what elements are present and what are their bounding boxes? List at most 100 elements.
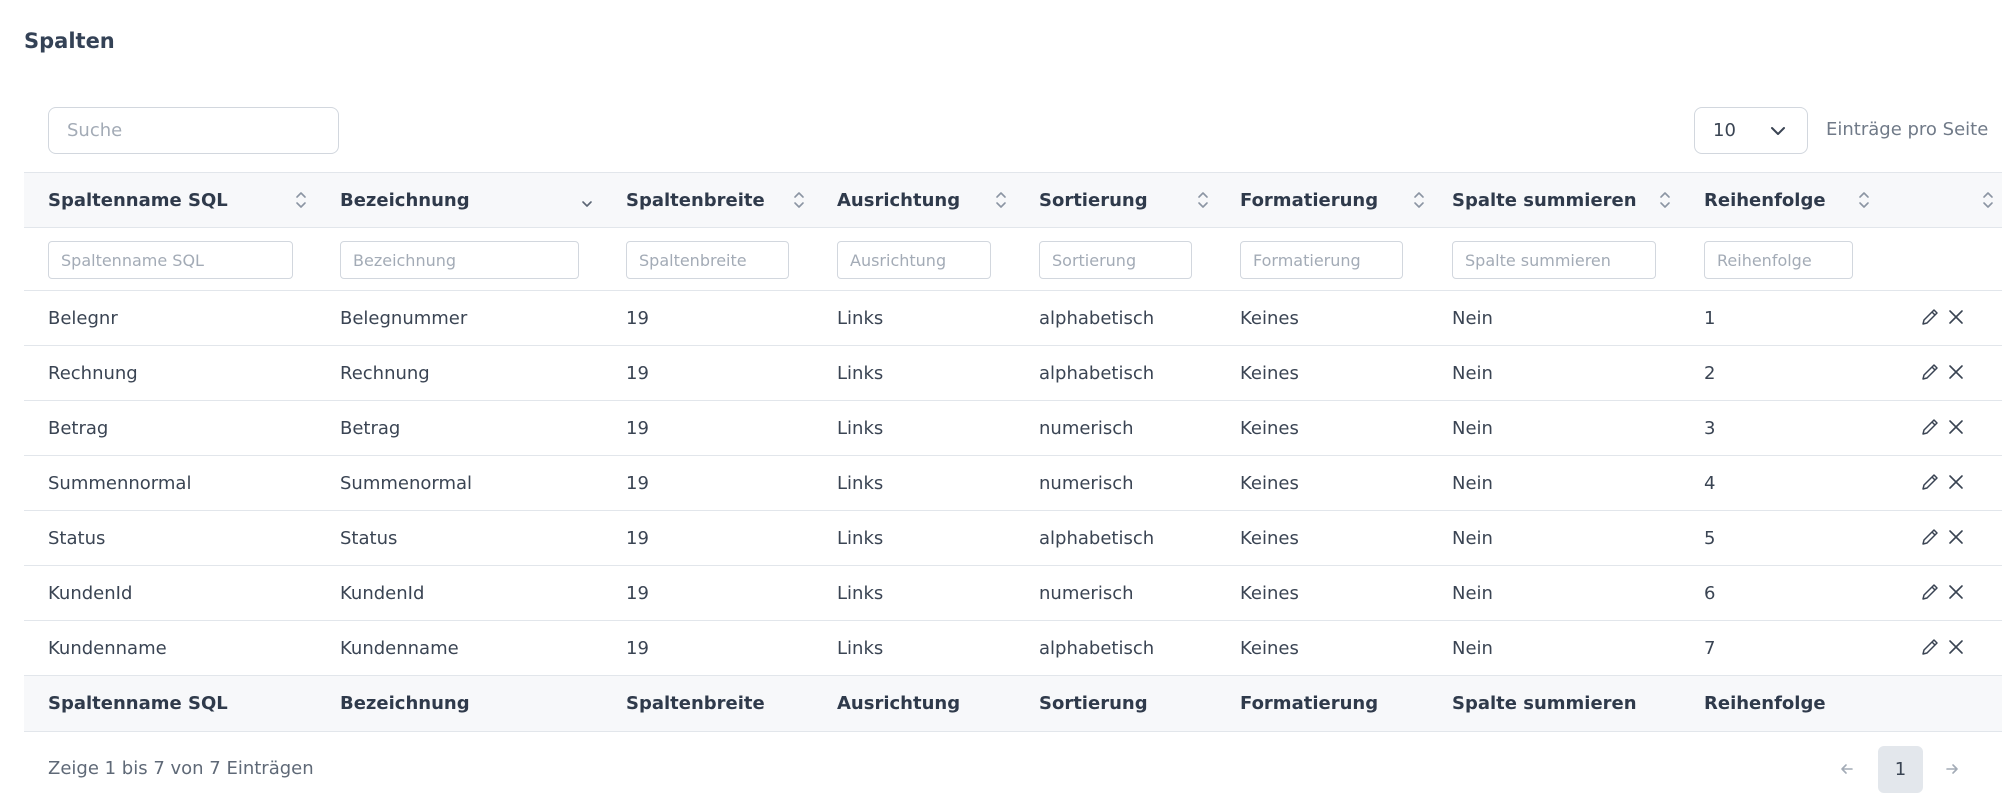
cell-bezeichnung: Kundenname: [340, 637, 459, 659]
cell-formatierung: Keines: [1240, 362, 1299, 384]
page-size-select[interactable]: 10: [1694, 107, 1808, 154]
close-icon[interactable]: [1944, 415, 1968, 439]
cell-reihenfolge: 3: [1704, 417, 1716, 439]
table-row: KundenId KundenId 19 Links numerisch Keines Ne…: [24, 566, 2002, 621]
filter-input-spalte-summieren[interactable]: [1452, 241, 1656, 279]
filter-input-sortierung[interactable]: [1039, 241, 1192, 279]
footer-reihenfolge: Reihenfolge: [1704, 693, 1826, 714]
cell-reihenfolge: 6: [1704, 582, 1716, 604]
column-header-spalte-summieren[interactable]: Spalte summieren: [1452, 173, 1637, 227]
table-row: Summennormal Summenormal 19 Links numerisch K…: [24, 456, 2002, 511]
cell-reihenfolge: 7: [1704, 637, 1716, 659]
filter-input-formatierung[interactable]: [1240, 241, 1403, 279]
column-header-sql-name[interactable]: Spaltenname SQL: [48, 173, 228, 227]
close-icon[interactable]: [1944, 470, 1968, 494]
cell-sortierung: numerisch: [1039, 472, 1134, 494]
sort-desc-icon[interactable]: [580, 193, 594, 213]
cell-spalte-summieren: Nein: [1452, 527, 1493, 549]
cell-ausrichtung: Links: [837, 582, 884, 604]
filter-input-reihenfolge[interactable]: [1704, 241, 1853, 279]
cell-sortierung: alphabetisch: [1039, 527, 1155, 549]
cell-reihenfolge: 4: [1704, 472, 1716, 494]
cell-ausrichtung: Links: [837, 637, 884, 659]
sort-updown-icon[interactable]: [294, 190, 308, 210]
search-input[interactable]: [48, 107, 339, 154]
cell-spaltenbreite: 19: [626, 527, 649, 549]
cell-sortierung: numerisch: [1039, 582, 1134, 604]
cell-spalte-summieren: Nein: [1452, 637, 1493, 659]
prev-page-button[interactable]: [1832, 746, 1862, 792]
filter-input-bezeichnung[interactable]: [340, 241, 579, 279]
cell-sortierung: alphabetisch: [1039, 637, 1155, 659]
footer-spalte-summieren: Spalte summieren: [1452, 693, 1637, 714]
table-row: Belegnr Belegnummer 19 Links alphabetisch Kei…: [24, 291, 2002, 346]
cell-bezeichnung: Betrag: [340, 417, 401, 439]
sort-updown-icon[interactable]: [792, 190, 806, 210]
cell-bezeichnung: Belegnummer: [340, 307, 468, 329]
row-actions: [1918, 525, 1968, 549]
cell-formatierung: Keines: [1240, 307, 1299, 329]
cell-sortierung: numerisch: [1039, 417, 1134, 439]
cell-formatierung: Keines: [1240, 582, 1299, 604]
close-icon[interactable]: [1944, 360, 1968, 384]
page-1-button[interactable]: 1: [1878, 746, 1923, 793]
column-header-formatierung[interactable]: Formatierung: [1240, 173, 1378, 227]
cell-sql-name: Rechnung: [48, 362, 138, 384]
cell-spaltenbreite: 19: [626, 582, 649, 604]
table-info: Zeige 1 bis 7 von 7 Einträgen: [48, 758, 314, 779]
cell-ausrichtung: Links: [837, 417, 884, 439]
row-actions: [1918, 305, 1968, 329]
close-icon[interactable]: [1944, 525, 1968, 549]
cell-spalte-summieren: Nein: [1452, 417, 1493, 439]
cell-sortierung: alphabetisch: [1039, 362, 1155, 384]
column-header-ausrichtung[interactable]: Ausrichtung: [837, 173, 960, 227]
sort-updown-icon[interactable]: [1658, 190, 1672, 210]
pencil-icon[interactable]: [1918, 415, 1942, 439]
filter-input-sql-name[interactable]: [48, 241, 293, 279]
sort-updown-icon[interactable]: [1857, 190, 1871, 210]
chevron-down-icon: [1771, 127, 1785, 135]
cell-reihenfolge: 5: [1704, 527, 1716, 549]
close-icon[interactable]: [1944, 305, 1968, 329]
next-page-button[interactable]: [1937, 746, 1967, 792]
row-actions: [1918, 415, 1968, 439]
pencil-icon[interactable]: [1918, 360, 1942, 384]
cell-spaltenbreite: 19: [626, 472, 649, 494]
footer-formatierung: Formatierung: [1240, 693, 1379, 714]
cell-ausrichtung: Links: [837, 527, 884, 549]
cell-ausrichtung: Links: [837, 472, 884, 494]
pencil-icon[interactable]: [1918, 635, 1942, 659]
table-row: Status Status 19 Links alphabetisch Keines Nei…: [24, 511, 2002, 566]
cell-sql-name: Betrag: [48, 417, 109, 439]
cell-spalte-summieren: Nein: [1452, 582, 1493, 604]
sort-updown-icon[interactable]: [1412, 190, 1426, 210]
cell-ausrichtung: Links: [837, 307, 884, 329]
row-actions: [1918, 360, 1968, 384]
sort-updown-icon[interactable]: [1196, 190, 1210, 210]
page-size-value: 10: [1713, 120, 1736, 141]
cell-bezeichnung: Rechnung: [340, 362, 430, 384]
column-header-bezeichnung[interactable]: Bezeichnung: [340, 173, 470, 227]
filter-input-spaltenbreite[interactable]: [626, 241, 789, 279]
pencil-icon[interactable]: [1918, 305, 1942, 329]
column-header-reihenfolge[interactable]: Reihenfolge: [1704, 173, 1826, 227]
pencil-icon[interactable]: [1918, 470, 1942, 494]
cell-sql-name: KundenId: [48, 582, 133, 604]
arrow-right-icon: [1946, 764, 1958, 774]
sort-updown-icon[interactable]: [1981, 190, 1995, 210]
pencil-icon[interactable]: [1918, 525, 1942, 549]
cell-sql-name: Summennormal: [48, 472, 192, 494]
filter-input-ausrichtung[interactable]: [837, 241, 991, 279]
table-row: Kundenname Kundenname 19 Links alphabetisch K…: [24, 621, 2002, 676]
close-icon[interactable]: [1944, 580, 1968, 604]
column-header-spaltenbreite[interactable]: Spaltenbreite: [626, 173, 765, 227]
footer-spaltenbreite: Spaltenbreite: [626, 693, 765, 714]
cell-formatierung: Keines: [1240, 472, 1299, 494]
cell-bezeichnung: KundenId: [340, 582, 425, 604]
sort-updown-icon[interactable]: [994, 190, 1008, 210]
column-header-sortierung[interactable]: Sortierung: [1039, 173, 1148, 227]
row-actions: [1918, 470, 1968, 494]
footer-bezeichnung: Bezeichnung: [340, 693, 470, 714]
pencil-icon[interactable]: [1918, 580, 1942, 604]
close-icon[interactable]: [1944, 635, 1968, 659]
